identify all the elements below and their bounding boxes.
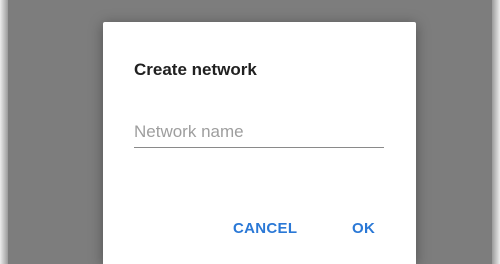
dialog-title: Create network <box>134 60 257 79</box>
network-name-input[interactable] <box>134 117 384 148</box>
ok-button[interactable]: OK <box>346 210 381 246</box>
create-network-dialog: Create network CANCEL OK <box>103 22 416 264</box>
app-screen: Create network CANCEL OK <box>0 0 500 264</box>
screen-edge-left <box>0 0 8 264</box>
screen-edge-right <box>492 0 500 264</box>
cancel-button[interactable]: CANCEL <box>227 210 303 246</box>
